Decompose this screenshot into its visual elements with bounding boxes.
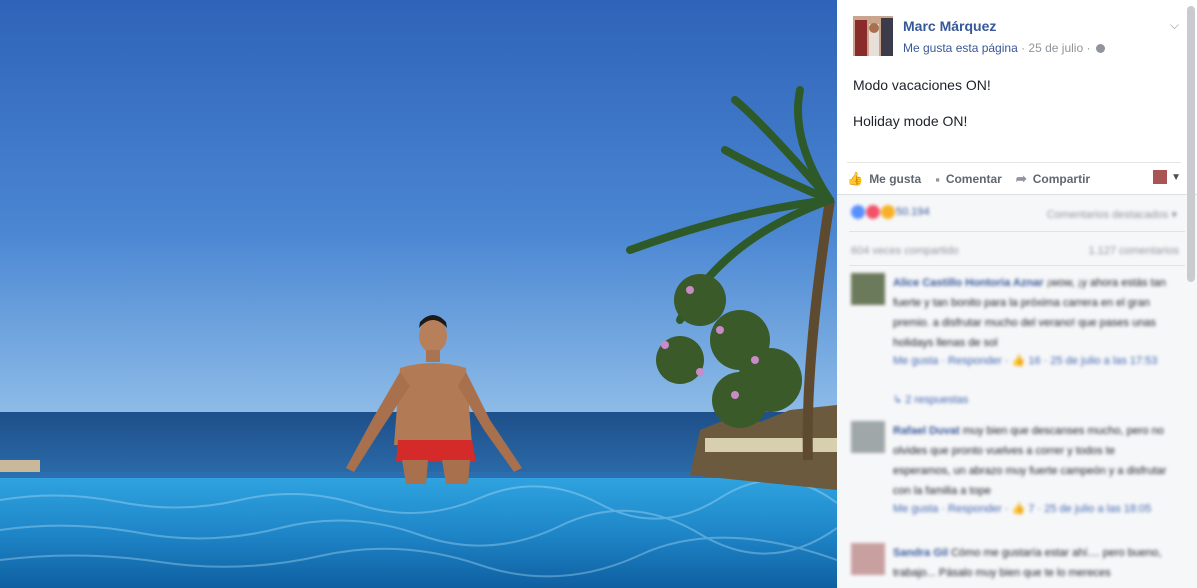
reactions-summary[interactable]: 50.194 [851,205,930,219]
share-button[interactable]: ➦ Compartir [1016,171,1090,187]
comment-button[interactable]: ▪ Comentar [935,172,1002,187]
comment-icon: ▪ [935,171,940,187]
share-label: Compartir [1032,172,1091,186]
globe-icon [1095,44,1105,53]
post-header: Marc Márquez Me gusta esta página · 25 d… [837,0,1197,70]
post-text-line-2: Holiday mode ON! [853,113,968,129]
comment-body: Rafael Duvat muy bien que descanses much… [893,421,1175,517]
comment-author[interactable]: Sandra Gil [893,547,948,559]
comment-body: Sandra Gil Cómo me gustaría estar ahí...… [893,543,1175,583]
caret-down-icon: ▼ [1171,171,1181,183]
divider [849,231,1185,232]
thumbs-up-icon: 👍 [847,171,864,186]
divider [849,265,1185,266]
comment-item: Alice Castillo Hontoria Aznar ¡wow, ¡y a… [851,273,1171,403]
post-as-selector[interactable]: ▼ [1153,170,1181,184]
scrollbar[interactable] [1187,6,1195,282]
comment-actions[interactable]: Me gusta · Responder · 👍 7 · 25 de julio… [893,501,1175,517]
meta-separator: · [1017,41,1029,55]
post-meta: Me gusta esta página · 25 de julio · [903,41,1105,55]
page-name-link[interactable]: Marc Márquez [903,18,996,34]
comments-count[interactable]: 1.127 comentarios [1089,245,1180,257]
comments-section: 50.194 Comentarios destacados ▾ 604 vece… [837,194,1197,588]
view-replies-link[interactable]: ↳ 2 respuestas [893,393,968,406]
page-avatar[interactable] [853,16,893,56]
comment-author[interactable]: Rafael Duvat [893,425,960,437]
post-sidebar: Marc Márquez Me gusta esta página · 25 d… [837,0,1197,588]
post-photo[interactable] [0,0,837,588]
comment-body: Alice Castillo Hontoria Aznar ¡wow, ¡y a… [893,273,1175,369]
post-actions-bar: 👍 Me gusta ▪ Comentar ➦ Compartir ▼ [847,162,1181,195]
shares-count[interactable]: 604 veces compartido [851,245,959,257]
meta-separator-2: · [1083,41,1094,55]
commenter-avatar[interactable] [851,421,885,453]
comment-author[interactable]: Alice Castillo Hontoria Aznar [893,277,1044,289]
love-reaction-icon [866,205,880,219]
commenter-avatar[interactable] [851,273,885,305]
like-reaction-icon [851,205,865,219]
reactions-count: 50.194 [896,206,930,218]
commenter-avatar[interactable] [851,543,885,575]
like-button[interactable]: 👍 Me gusta [847,171,921,187]
chevron-down-icon[interactable]: ⌵ [1170,18,1179,33]
comment-label: Comentar [945,172,1002,186]
wow-reaction-icon [881,205,895,219]
actor-avatar [1153,170,1168,184]
post-text-line-1: Modo vacaciones ON! [853,77,991,93]
like-page-link[interactable]: Me gusta esta página [903,41,1018,55]
comment-item: Rafael Duvat muy bien que descanses much… [851,421,1171,541]
comment-item: Sandra Gil Cómo me gustaría estar ahí...… [851,543,1171,588]
top-comments-filter[interactable]: Comentarios destacados ▾ [1047,208,1177,221]
like-label: Me gusta [869,172,922,186]
comment-actions[interactable]: Me gusta · Responder · 👍 16 · 25 de juli… [893,353,1175,369]
share-icon: ➦ [1015,171,1027,186]
vacation-pool-photo [0,0,837,588]
post-date[interactable]: 25 de julio [1028,41,1083,55]
